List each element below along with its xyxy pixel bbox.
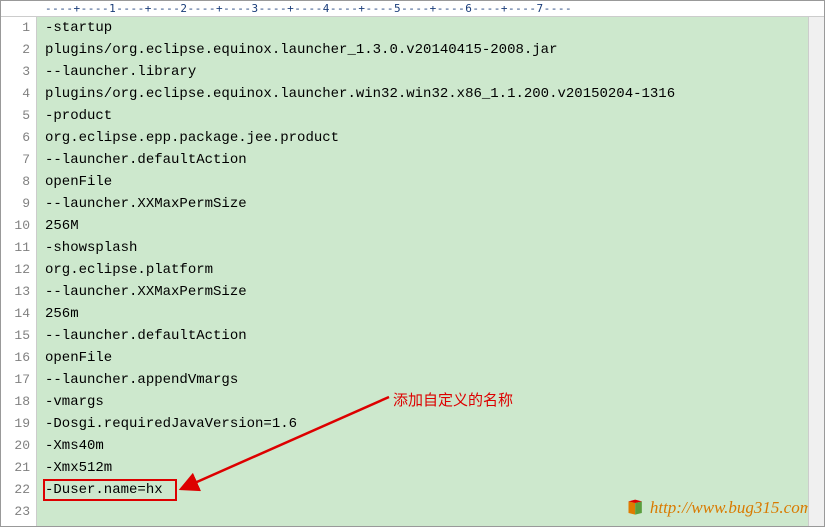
code-line[interactable]: --launcher.defaultAction — [45, 149, 824, 171]
code-line[interactable]: -vmargs — [45, 391, 824, 413]
code-content[interactable]: -startupplugins/org.eclipse.equinox.laun… — [37, 17, 824, 526]
line-number: 11 — [1, 237, 30, 259]
line-number: 19 — [1, 413, 30, 435]
line-number: 6 — [1, 127, 30, 149]
line-number: 21 — [1, 457, 30, 479]
code-line[interactable]: 256M — [45, 215, 824, 237]
line-number-gutter: 1234567891011121314151617181920212223 — [1, 17, 37, 526]
line-number: 9 — [1, 193, 30, 215]
line-number: 10 — [1, 215, 30, 237]
code-line[interactable]: -Xmx512m — [45, 457, 824, 479]
code-area[interactable]: 1234567891011121314151617181920212223 -s… — [1, 17, 824, 526]
line-number: 22 — [1, 479, 30, 501]
code-line[interactable]: --launcher.defaultAction — [45, 325, 824, 347]
code-line[interactable] — [45, 501, 824, 523]
line-number: 3 — [1, 61, 30, 83]
code-line[interactable]: -product — [45, 105, 824, 127]
line-number: 17 — [1, 369, 30, 391]
code-line[interactable]: --launcher.XXMaxPermSize — [45, 193, 824, 215]
line-number: 16 — [1, 347, 30, 369]
code-line[interactable]: -Duser.name=hx — [45, 479, 824, 501]
ruler: ----+----1----+----2----+----3----+----4… — [1, 1, 824, 17]
line-number: 5 — [1, 105, 30, 127]
code-line[interactable]: org.eclipse.platform — [45, 259, 824, 281]
line-number: 1 — [1, 17, 30, 39]
code-line[interactable]: -showsplash — [45, 237, 824, 259]
line-number: 8 — [1, 171, 30, 193]
code-line[interactable]: -Dosgi.requiredJavaVersion=1.6 — [45, 413, 824, 435]
code-line[interactable]: -startup — [45, 17, 824, 39]
ruler-text: ----+----1----+----2----+----3----+----4… — [45, 2, 572, 15]
line-number: 2 — [1, 39, 30, 61]
code-line[interactable]: plugins/org.eclipse.equinox.launcher_1.3… — [45, 39, 824, 61]
code-line[interactable]: org.eclipse.epp.package.jee.product — [45, 127, 824, 149]
line-number: 20 — [1, 435, 30, 457]
line-number: 23 — [1, 501, 30, 523]
code-line[interactable]: 256m — [45, 303, 824, 325]
vertical-scrollbar[interactable] — [808, 17, 824, 526]
code-line[interactable]: openFile — [45, 171, 824, 193]
line-number: 14 — [1, 303, 30, 325]
code-line[interactable]: -Xms40m — [45, 435, 824, 457]
code-line[interactable]: plugins/org.eclipse.equinox.launcher.win… — [45, 83, 824, 105]
code-line[interactable]: --launcher.library — [45, 61, 824, 83]
line-number: 13 — [1, 281, 30, 303]
line-number: 4 — [1, 83, 30, 105]
line-number: 18 — [1, 391, 30, 413]
code-line[interactable]: --launcher.appendVmargs — [45, 369, 824, 391]
line-number: 7 — [1, 149, 30, 171]
code-line[interactable]: openFile — [45, 347, 824, 369]
line-number: 15 — [1, 325, 30, 347]
line-number: 12 — [1, 259, 30, 281]
editor-container: ----+----1----+----2----+----3----+----4… — [0, 0, 825, 527]
code-line[interactable]: --launcher.XXMaxPermSize — [45, 281, 824, 303]
